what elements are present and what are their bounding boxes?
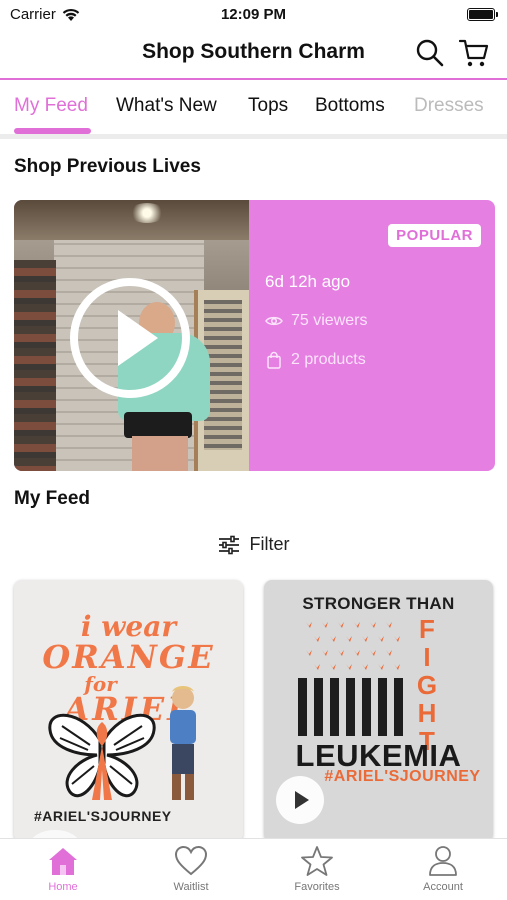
previous-lives-title: Shop Previous Lives bbox=[14, 156, 201, 177]
nav-home-label: Home bbox=[48, 881, 78, 893]
shirt-hashtag: #ARIEL'SJOURNEY bbox=[324, 768, 481, 785]
live-video-thumbnail[interactable] bbox=[14, 200, 249, 471]
child-photo-graphic bbox=[170, 686, 196, 800]
heart-icon bbox=[174, 845, 208, 876]
nav-account-label: Account bbox=[423, 881, 463, 893]
tabs-divider bbox=[0, 134, 507, 139]
status-bar: Carrier 12:09 PM bbox=[0, 0, 507, 30]
clock: 12:09 PM bbox=[220, 6, 287, 23]
filter-label: Filter bbox=[249, 534, 290, 554]
nav-waitlist-label: Waitlist bbox=[173, 881, 209, 893]
previous-live-card[interactable]: POPULAR 6d 12h ago 75 viewers 2 products bbox=[14, 200, 495, 471]
tab-whats-new[interactable]: What's New bbox=[116, 95, 217, 117]
filter-button[interactable]: Filter bbox=[0, 534, 507, 560]
tab-tops[interactable]: Tops bbox=[248, 95, 288, 117]
products-count: 2 products bbox=[265, 351, 366, 369]
play-triangle-icon bbox=[118, 310, 158, 366]
shirt-print-vertical-text: FIGHT bbox=[408, 614, 446, 757]
nav-home[interactable]: Home bbox=[8, 845, 118, 893]
products-label: 2 products bbox=[291, 351, 366, 368]
viewers-count: 75 viewers bbox=[265, 312, 367, 330]
shirt-print-text: ORANGE bbox=[42, 638, 215, 676]
product-card[interactable]: STRONGER THAN FIGHT LEUKEMIA #ARIEL'SJOU… bbox=[264, 580, 493, 842]
nav-favorites-label: Favorites bbox=[294, 881, 340, 893]
nav-waitlist[interactable]: Waitlist bbox=[136, 845, 246, 893]
category-tabs: My Feed What's New Tops Bottoms Dresses bbox=[0, 80, 507, 136]
butterfly-graphic bbox=[48, 713, 156, 800]
distressed-flag-graphic bbox=[298, 616, 408, 736]
nav-account[interactable]: Account bbox=[388, 845, 498, 893]
play-video-icon[interactable] bbox=[276, 776, 324, 824]
person-icon bbox=[429, 846, 457, 876]
shirt-print-text: FIGHT bbox=[412, 614, 442, 754]
bottom-tab-bar: Home Waitlist Favorites Account bbox=[0, 838, 507, 900]
viewers-label: 75 viewers bbox=[291, 312, 368, 329]
eye-icon bbox=[265, 316, 283, 326]
app-header: Shop Southern Charm bbox=[0, 30, 507, 78]
tab-bottoms[interactable]: Bottoms bbox=[315, 95, 385, 117]
tab-dresses[interactable]: Dresses bbox=[414, 95, 484, 117]
live-time-ago: 6d 12h ago bbox=[265, 272, 351, 291]
filter-sliders-icon bbox=[218, 535, 239, 554]
home-icon bbox=[49, 848, 77, 875]
popular-badge: POPULAR bbox=[388, 224, 481, 247]
my-feed-title: My Feed bbox=[14, 488, 91, 509]
cart-icon[interactable] bbox=[459, 38, 489, 68]
shopping-bag-icon bbox=[267, 351, 281, 369]
tab-my-feed[interactable]: My Feed bbox=[14, 95, 88, 117]
battery-icon bbox=[467, 8, 498, 21]
shirt-hashtag: #ARIEL'SJOURNEY bbox=[34, 808, 172, 824]
nav-favorites[interactable]: Favorites bbox=[262, 845, 372, 893]
shirt-print-text: STRONGER THAN bbox=[302, 594, 455, 613]
search-icon[interactable] bbox=[415, 38, 445, 68]
star-icon bbox=[301, 846, 333, 876]
product-card[interactable]: i wear ORANGE for ARIEL #ARIEL'SJOURNEY bbox=[14, 580, 243, 842]
